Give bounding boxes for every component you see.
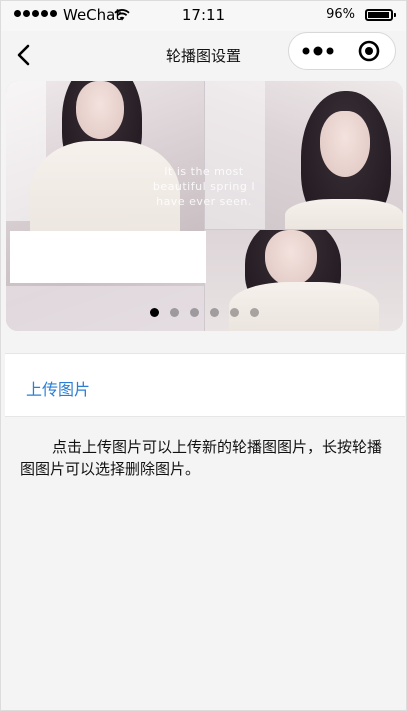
battery-icon [365,9,396,21]
blank-image-area [10,231,206,283]
carousel-dot[interactable] [210,308,219,317]
carousel-dot[interactable] [190,308,199,317]
carousel-dot[interactable] [230,308,239,317]
carousel-indicator [150,308,259,317]
page-title: 轮播图设置 [165,47,241,65]
carousel-dot[interactable] [150,308,159,317]
upload-image-button[interactable]: 上传图片 [26,376,90,400]
battery-percent: 96% [326,7,355,22]
target-close-icon[interactable] [355,39,383,63]
more-dots-icon[interactable] [299,39,341,63]
banner-caption: It is the most beautiful spring I have e… [152,165,256,208]
app-frame: WeChat 17:11 96% 轮播图设置 It is the most be… [0,0,407,711]
carousel-dot[interactable] [170,308,179,317]
chevron-left-icon[interactable] [14,43,36,67]
hint-text: 点击上传图片可以上传新的轮播图图片，长按轮播图图片可以选择删除图片。 [20,438,383,478]
nav-bar: 轮播图设置 [1,31,406,79]
banner-carousel[interactable]: It is the most beautiful spring I have e… [6,81,403,331]
menu-capsule [288,32,396,70]
status-bar: WeChat 17:11 96% [1,1,406,31]
carousel-dot[interactable] [250,308,259,317]
battery-fill [368,12,390,18]
upload-panel: 上传图片 [5,353,405,417]
